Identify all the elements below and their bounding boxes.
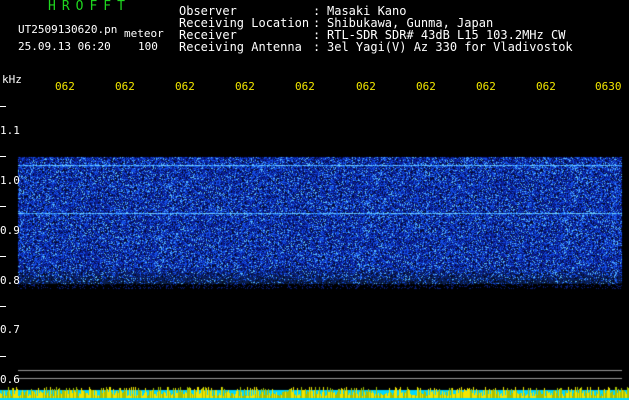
file-name: UT2509130620.pn [18,23,118,36]
time-tick-label: 062 [295,80,315,93]
frequency-tick-label: 0.6 [0,373,20,386]
time-tick-label: 062 [175,80,195,93]
frequency-tick-mark [0,206,6,207]
observation-datetime: 25.09.13 06:20 [18,40,111,53]
time-tick-label: 062 [115,80,135,93]
time-tick-label: 062 [476,80,496,93]
time-tick-label: 062 [356,80,376,93]
spectrogram-canvas [0,0,629,400]
time-tick-label: 062 [235,80,255,93]
mode-label: meteor [124,27,164,40]
frequency-tick-mark [0,306,6,307]
frequency-tick-mark [0,256,6,257]
frequency-tick-label: 1.0 [0,174,20,187]
frequency-tick-label: 0.8 [0,274,20,287]
time-tick-label: 0630 [595,80,622,93]
frequency-tick-mark [0,356,6,357]
time-tick-label: 062 [55,80,75,93]
frequency-tick-mark [0,156,6,157]
frequency-tick-label: 0.9 [0,224,20,237]
antenna-value: 3el Yagi(V) Az 330 for Vladivostok [327,40,573,54]
antenna-label: Receiving Antenna [179,40,302,54]
event-count: 100 [138,40,158,53]
time-tick-label: 062 [416,80,436,93]
hrofft-window: HROFFT UT2509130620.pn meteor 25.09.13 0… [0,0,629,400]
app-title: HROFFT [48,0,131,14]
time-tick-label: 062 [536,80,556,93]
frequency-tick-mark [0,106,6,107]
frequency-tick-label: 0.7 [0,323,20,336]
frequency-tick-label: 1.1 [0,124,20,137]
info-separator: : [313,40,321,54]
frequency-unit-label: kHz [2,73,22,86]
